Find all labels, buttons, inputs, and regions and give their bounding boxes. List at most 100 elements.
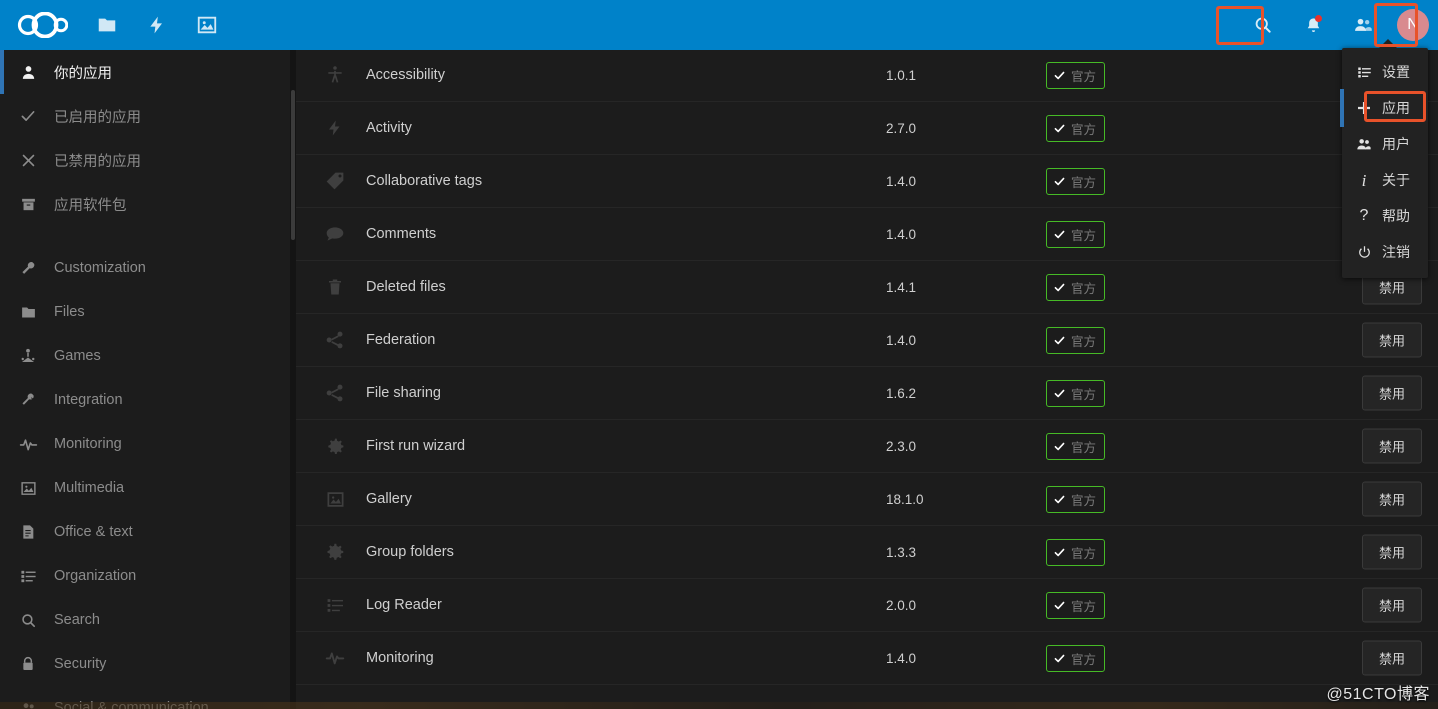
sidebar-item-integration[interactable]: Integration xyxy=(0,378,290,422)
avatar-initial: N xyxy=(1397,9,1429,41)
menu-item-settings[interactable]: 设置 xyxy=(1342,54,1428,90)
settings-sidebar: 你的应用 已启用的应用 已禁用的应用 应用软件包 Customization F… xyxy=(0,50,290,709)
app-version: 18.1.0 xyxy=(886,491,924,507)
menu-item-apps[interactable]: 应用 xyxy=(1340,89,1428,127)
row-actions: 禁用 xyxy=(1361,481,1422,517)
header-right-actions: N xyxy=(1238,0,1438,50)
nextcloud-logo[interactable] xyxy=(0,0,82,50)
app-name: First run wizard xyxy=(366,438,466,454)
table-row[interactable]: Activity 2.7.0 官方 禁用 xyxy=(296,102,1438,155)
status-badge-label: 官方 xyxy=(1071,281,1097,296)
sidebar-item-office-text[interactable]: Office & text xyxy=(0,510,290,554)
share-icon xyxy=(318,383,352,403)
sidebar-item-your-apps[interactable]: 你的应用 xyxy=(0,50,290,94)
disable-button[interactable]: 禁用 xyxy=(1361,322,1422,358)
app-version: 1.3.3 xyxy=(886,544,917,560)
disable-button[interactable]: 禁用 xyxy=(1361,428,1422,464)
search-icon[interactable] xyxy=(1238,0,1288,50)
row-actions: 禁用 xyxy=(1361,587,1422,623)
header-app-files[interactable] xyxy=(82,0,132,50)
table-row[interactable]: Federation 1.4.0 官方 禁用 xyxy=(296,314,1438,367)
app-name: Accessibility xyxy=(366,67,445,83)
sidebar-item-organization[interactable]: Organization xyxy=(0,554,290,598)
status-badge: 官方 xyxy=(1046,167,1106,195)
sidebar-item-customization[interactable]: Customization xyxy=(0,246,290,290)
sidebar-item-games[interactable]: Games xyxy=(0,334,290,378)
sidebar-item-multimedia[interactable]: Multimedia xyxy=(0,466,290,510)
scrollbar-thumb[interactable] xyxy=(291,90,295,240)
menu-item-users[interactable]: 用户 xyxy=(1342,126,1428,162)
app-version: 2.7.0 xyxy=(886,120,917,136)
watermark: @51CTO博客 xyxy=(1326,686,1430,703)
header-app-activity[interactable] xyxy=(132,0,182,50)
user-menu-dropdown: 设置 应用 用户 i 关于 ? 帮助 注销 xyxy=(1340,39,1428,278)
person-icon xyxy=(12,64,44,81)
sidebar-item-label: 已禁用的应用 xyxy=(54,153,141,170)
comment-icon xyxy=(318,224,352,244)
table-row[interactable]: Gallery 18.1.0 官方 禁用 xyxy=(296,473,1438,526)
disable-button[interactable]: 禁用 xyxy=(1361,375,1422,411)
app-version: 1.4.0 xyxy=(886,226,917,242)
image-icon xyxy=(318,490,352,509)
bottom-edge-artifact xyxy=(0,702,1438,709)
table-row[interactable]: Accessibility 1.0.1 官方 禁用 xyxy=(296,50,1438,102)
accessibility-icon xyxy=(318,65,352,85)
archive-icon xyxy=(12,196,44,213)
app-name: Monitoring xyxy=(366,650,434,666)
table-row[interactable]: First run wizard 2.3.0 官方 禁用 xyxy=(296,420,1438,473)
top-header-bar: N xyxy=(0,0,1438,50)
status-badge: 官方 xyxy=(1046,379,1106,407)
table-row[interactable]: Group folders 1.3.3 官方 禁用 xyxy=(296,526,1438,579)
status-badge: 官方 xyxy=(1046,485,1106,513)
sidebar-item-disabled-apps[interactable]: 已禁用的应用 xyxy=(0,138,290,182)
sidebar-item-monitoring[interactable]: Monitoring xyxy=(0,422,290,466)
menu-item-label: 帮助 xyxy=(1382,208,1410,224)
status-badge: 官方 xyxy=(1046,538,1106,566)
disable-button[interactable]: 禁用 xyxy=(1361,481,1422,517)
header-app-gallery[interactable] xyxy=(182,0,232,50)
menu-item-label: 应用 xyxy=(1382,100,1410,116)
joystick-icon xyxy=(12,347,44,365)
row-actions: 禁用 xyxy=(1361,428,1422,464)
sidebar-item-files[interactable]: Files xyxy=(0,290,290,334)
table-row[interactable]: File sharing 1.6.2 官方 禁用 xyxy=(296,367,1438,420)
table-row[interactable]: Collaborative tags 1.4.0 官方 禁用 xyxy=(296,155,1438,208)
table-row[interactable]: Comments 1.4.0 官方 禁用 xyxy=(296,208,1438,261)
disable-button[interactable]: 禁用 xyxy=(1361,534,1422,570)
app-name: File sharing xyxy=(366,385,441,401)
status-badge: 官方 xyxy=(1046,220,1106,248)
pulse-icon xyxy=(12,435,44,454)
sidebar-item-label: Integration xyxy=(54,392,123,408)
menu-item-label: 设置 xyxy=(1382,64,1410,80)
app-name: Collaborative tags xyxy=(366,173,483,189)
disable-button[interactable]: 禁用 xyxy=(1361,640,1422,676)
status-badge: 官方 xyxy=(1046,644,1106,672)
menu-item-help[interactable]: ? 帮助 xyxy=(1342,198,1428,234)
bell-icon[interactable] xyxy=(1288,0,1338,50)
app-version: 2.3.0 xyxy=(886,438,917,454)
tag-icon xyxy=(318,171,352,191)
sidebar-divider xyxy=(0,226,290,246)
sidebar-item-label: Customization xyxy=(54,260,146,276)
sidebar-item-search[interactable]: Search xyxy=(0,598,290,642)
status-badge-label: 官方 xyxy=(1071,228,1097,243)
status-badge: 官方 xyxy=(1046,326,1106,354)
sidebar-item-security[interactable]: Security xyxy=(0,642,290,686)
apps-list-panel: Accessibility 1.0.1 官方 禁用 Activity 2.7.0 xyxy=(290,50,1438,709)
status-badge: 官方 xyxy=(1046,432,1106,460)
power-icon xyxy=(1352,245,1376,260)
menu-item-label: 注销 xyxy=(1382,244,1410,260)
sidebar-item-app-bundles[interactable]: 应用软件包 xyxy=(0,182,290,226)
sidebar-item-label: 你的应用 xyxy=(54,65,112,82)
sidebar-item-enabled-apps[interactable]: 已启用的应用 xyxy=(0,94,290,138)
sidebar-item-label: Files xyxy=(54,304,85,320)
status-badge-label: 官方 xyxy=(1071,652,1097,667)
table-row[interactable]: Log Reader 2.0.0 官方 禁用 xyxy=(296,579,1438,632)
menu-item-logout[interactable]: 注销 xyxy=(1342,234,1428,270)
menu-item-about[interactable]: i 关于 xyxy=(1342,162,1428,198)
sidebar-item-label: Office & text xyxy=(54,524,133,540)
table-row[interactable]: Deleted files 1.4.1 官方 禁用 xyxy=(296,261,1438,314)
plus-icon xyxy=(1352,100,1376,116)
table-row[interactable]: Monitoring 1.4.0 官方 禁用 xyxy=(296,632,1438,685)
disable-button[interactable]: 禁用 xyxy=(1361,587,1422,623)
